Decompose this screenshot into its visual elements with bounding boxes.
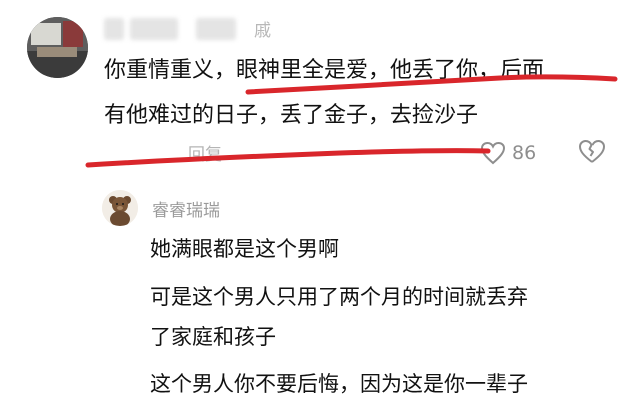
comment-text-line: 你重情重义，眼神里全是爱，他丢了你，后面 [104,58,545,83]
comment-username[interactable]: 睿睿瑞瑞 [152,196,220,221]
avatar[interactable] [102,190,138,226]
comment-text-line: 可是这个男人只用了两个月的时间就丢弃 [150,285,528,309]
avatar-image [27,17,88,78]
broken-heart-icon [579,140,605,163]
comment-text-line: 了家庭和孩子 [150,325,276,349]
blurred-text [196,18,236,40]
comment-text-line: 有他难过的日子，丢了金子，去捡沙子 [104,103,479,128]
reply-button[interactable]: 回复 [188,140,222,165]
comment-text-line: 这个男人你不要后悔，因为这是你一辈子 [150,372,528,396]
blurred-text [130,18,178,40]
avatar[interactable] [27,17,88,78]
dislike-button[interactable] [578,139,606,169]
comment-username[interactable]: 戚 [104,14,294,42]
username-visible-char: 戚 [254,21,271,41]
like-count: 86 [512,142,537,164]
like-button[interactable]: 86 [480,138,536,168]
heart-outline-icon [480,141,506,165]
teddy-bear-avatar-image [102,190,138,226]
comment-text-line: 她满眼都是这个男啊 [150,237,339,261]
blurred-text [104,18,124,40]
